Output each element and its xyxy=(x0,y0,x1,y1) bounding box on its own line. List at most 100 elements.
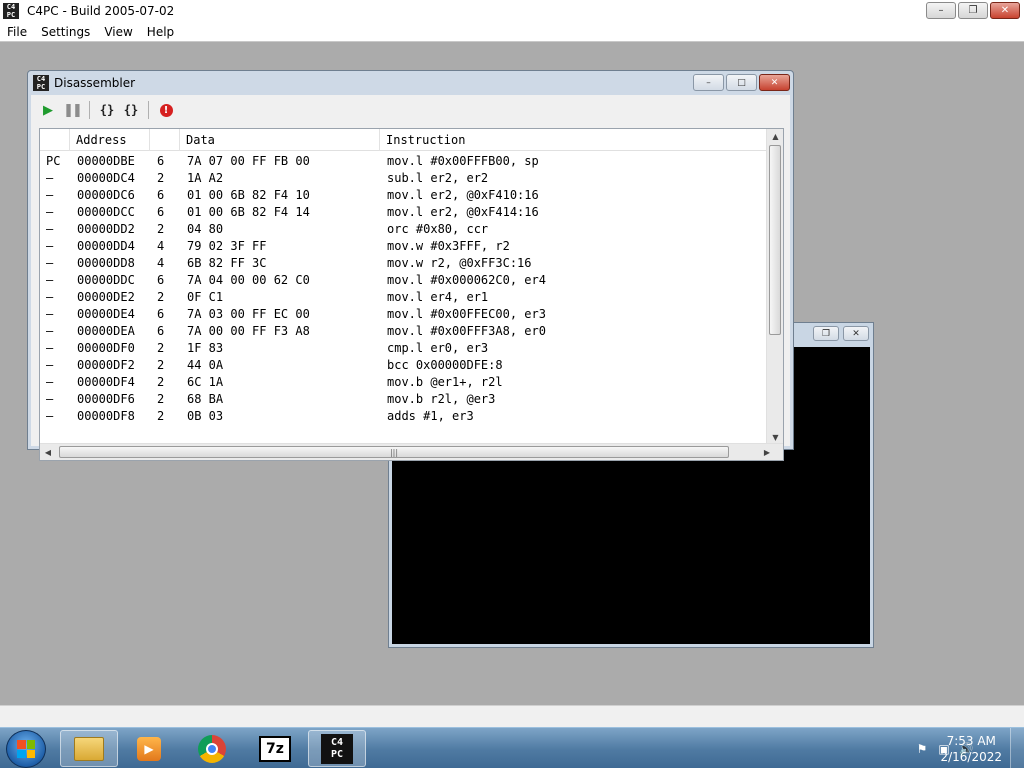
taskbar-7zip[interactable]: 7z xyxy=(246,730,304,767)
stop-icon: ! xyxy=(159,103,173,117)
row-data: 79 02 3F FF xyxy=(187,238,267,253)
scroll-left-arrow-icon[interactable]: ◀ xyxy=(40,444,56,460)
disassembler-close-button[interactable]: ✕ xyxy=(759,74,790,91)
row-length: 6 xyxy=(157,187,165,202)
menu-view[interactable]: View xyxy=(97,25,139,39)
column-header-length[interactable] xyxy=(150,129,180,151)
row-instruction: mov.w #0x3FFF, r2 xyxy=(387,238,510,253)
taskbar-chrome[interactable] xyxy=(183,730,241,767)
row-instruction: mov.l er2, @0xF410:16 xyxy=(387,187,539,202)
start-button[interactable] xyxy=(6,730,46,768)
row-address: 00000DF8 xyxy=(77,408,135,423)
row-marker: – xyxy=(46,204,54,219)
table-row[interactable]: – 00000DC6 6 01 00 6B 82 F4 10 mov.l er2, @0… xyxy=(40,186,767,203)
minimize-button[interactable]: – xyxy=(926,2,956,19)
row-marker: – xyxy=(46,272,54,287)
row-data: 01 00 6B 82 F4 14 xyxy=(187,204,310,219)
row-length: 4 xyxy=(157,238,165,253)
taskbar-media-player[interactable]: ▶ xyxy=(120,730,178,767)
row-length: 2 xyxy=(157,408,165,423)
media-player-icon: ▶ xyxy=(137,736,161,761)
statusbar xyxy=(0,705,1024,727)
disassembler-minimize-button[interactable]: – xyxy=(693,74,724,91)
table-row[interactable]: – 00000DE2 2 0F C1 mov.l er4, er1 xyxy=(40,288,767,305)
row-data: 7A 04 00 00 62 C0 xyxy=(187,272,310,287)
row-length: 2 xyxy=(157,289,165,304)
clock[interactable]: 7:53 AM 2/16/2022 xyxy=(940,733,1002,765)
row-instruction: mov.b r2l, @er3 xyxy=(387,391,496,406)
row-instruction: mov.l #0x00FFEC00, er3 xyxy=(387,306,546,321)
table-row[interactable]: – 00000DC4 2 1A A2 sub.l er2, er2 xyxy=(40,169,767,186)
disassembler-maximize-button[interactable]: □ xyxy=(726,74,757,91)
row-instruction: mov.l er4, er1 xyxy=(387,289,489,304)
row-instruction: mov.l #0x00FFFB00, sp xyxy=(387,153,539,168)
row-length: 2 xyxy=(157,357,165,372)
display-close-button[interactable]: ✕ xyxy=(843,326,869,341)
column-header-mark[interactable] xyxy=(40,129,70,151)
clock-date: 2/16/2022 xyxy=(940,750,1002,764)
7zip-icon: 7z xyxy=(259,735,291,762)
table-row[interactable]: – 00000DD2 2 04 80 orc #0x80, ccr xyxy=(40,220,767,237)
table-row[interactable]: – 00000DF2 2 44 0A bcc 0x00000DFE:8 xyxy=(40,356,767,373)
taskbar-explorer[interactable] xyxy=(60,730,118,767)
step-over-icon[interactable]: {} xyxy=(120,99,142,121)
explorer-icon xyxy=(74,736,104,761)
disassembly-list[interactable]: Address Data Instruction PC 00000DBE 6 7A 0… xyxy=(39,128,784,461)
horizontal-scrollbar[interactable]: ◀ ||| ▶ xyxy=(40,443,783,460)
row-instruction: mov.b @er1+, r2l xyxy=(387,374,503,389)
table-row[interactable]: – 00000DF0 2 1F 83 cmp.l er0, er3 xyxy=(40,339,767,356)
vertical-scrollbar[interactable]: ▲ ▼ xyxy=(766,129,783,444)
menu-settings[interactable]: Settings xyxy=(34,25,97,39)
table-row[interactable]: – 00000DF8 2 0B 03 adds #1, er3 xyxy=(40,407,767,424)
horizontal-scroll-thumb[interactable]: ||| xyxy=(59,446,729,458)
pause-icon[interactable]: ❚❚ xyxy=(61,99,83,121)
row-instruction: adds #1, er3 xyxy=(387,408,474,423)
table-row[interactable]: – 00000DEA 6 7A 00 00 FF F3 A8 mov.l #0x00FF… xyxy=(40,322,767,339)
c4pc-app-icon: C4 PC xyxy=(3,3,19,19)
row-data: 7A 00 00 FF F3 A8 xyxy=(187,323,310,338)
disassembler-window: C4 PC Disassembler – □ ✕ ▶ ❚❚ {} {} ! Ad… xyxy=(27,70,794,461)
scroll-down-arrow-icon[interactable]: ▼ xyxy=(767,430,783,444)
table-row[interactable]: – 00000DDC 6 7A 04 00 00 62 C0 mov.l #0x0000… xyxy=(40,271,767,288)
step-into-icon[interactable]: {} xyxy=(96,99,118,121)
row-address: 00000DD4 xyxy=(77,238,135,253)
stop-button[interactable]: ! xyxy=(155,99,177,121)
row-marker: – xyxy=(46,340,54,355)
scroll-right-arrow-icon[interactable]: ▶ xyxy=(759,444,775,460)
caption-buttons: – ❐ ✕ xyxy=(926,2,1020,19)
column-header-address[interactable]: Address xyxy=(70,129,150,151)
action-center-flag-icon[interactable]: ⚑ xyxy=(914,741,930,757)
table-row[interactable]: – 00000DCC 6 01 00 6B 82 F4 14 mov.l er2, @0… xyxy=(40,203,767,220)
table-row[interactable]: – 00000DE4 6 7A 03 00 FF EC 00 mov.l #0x00FF… xyxy=(40,305,767,322)
run-icon[interactable]: ▶ xyxy=(37,99,59,121)
vertical-scroll-thumb[interactable] xyxy=(769,145,781,335)
column-header-instruction[interactable]: Instruction xyxy=(380,129,767,151)
menu-file[interactable]: File xyxy=(0,25,34,39)
scroll-up-arrow-icon[interactable]: ▲ xyxy=(767,129,783,143)
row-instruction: mov.l #0x00FFF3A8, er0 xyxy=(387,323,546,338)
windows-logo-icon xyxy=(17,740,35,758)
disassembler-titlebar[interactable]: C4 PC Disassembler – □ ✕ xyxy=(28,71,793,95)
close-button[interactable]: ✕ xyxy=(990,2,1020,19)
menu-help[interactable]: Help xyxy=(140,25,181,39)
row-length: 2 xyxy=(157,170,165,185)
table-row[interactable]: – 00000DF6 2 68 BA mov.b r2l, @er3 xyxy=(40,390,767,407)
restore-button[interactable]: ❐ xyxy=(958,2,988,19)
table-row[interactable]: – 00000DD4 4 79 02 3F FF mov.w #0x3FFF, r2 xyxy=(40,237,767,254)
row-data: 0B 03 xyxy=(187,408,224,423)
row-instruction: mov.w r2, @0xFF3C:16 xyxy=(387,255,532,270)
row-data: 7A 07 00 FF FB 00 xyxy=(187,153,310,168)
taskbar-c4pc[interactable]: C4 PC xyxy=(308,730,366,767)
table-row[interactable]: PC 00000DBE 6 7A 07 00 FF FB 00 mov.l #0x00F… xyxy=(40,152,767,169)
show-desktop-button[interactable] xyxy=(1010,728,1024,768)
row-marker: – xyxy=(46,170,54,185)
row-data: 7A 03 00 FF EC 00 xyxy=(187,306,310,321)
column-header-data[interactable]: Data xyxy=(180,129,380,151)
row-address: 00000DF0 xyxy=(77,340,135,355)
table-row[interactable]: – 00000DF4 2 6C 1A mov.b @er1+, r2l xyxy=(40,373,767,390)
display-restore-button[interactable]: ❐ xyxy=(813,326,839,341)
row-data: 1A A2 xyxy=(187,170,224,185)
toolbar-separator xyxy=(148,101,149,119)
table-row[interactable]: – 00000DD8 4 6B 82 FF 3C mov.w r2, @0xFF3C:1… xyxy=(40,254,767,271)
row-length: 6 xyxy=(157,204,165,219)
